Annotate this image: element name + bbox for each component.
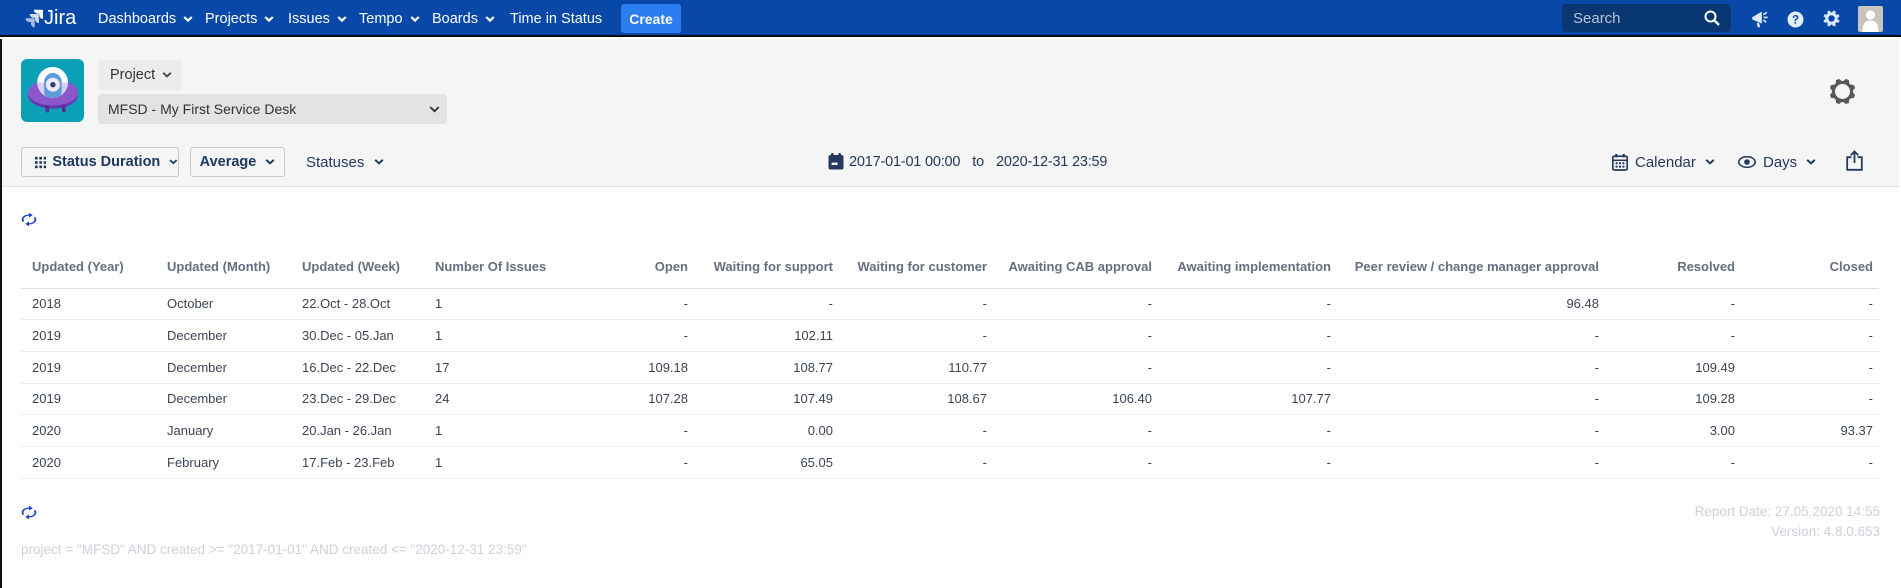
svg-text:?: ?: [1792, 15, 1799, 27]
